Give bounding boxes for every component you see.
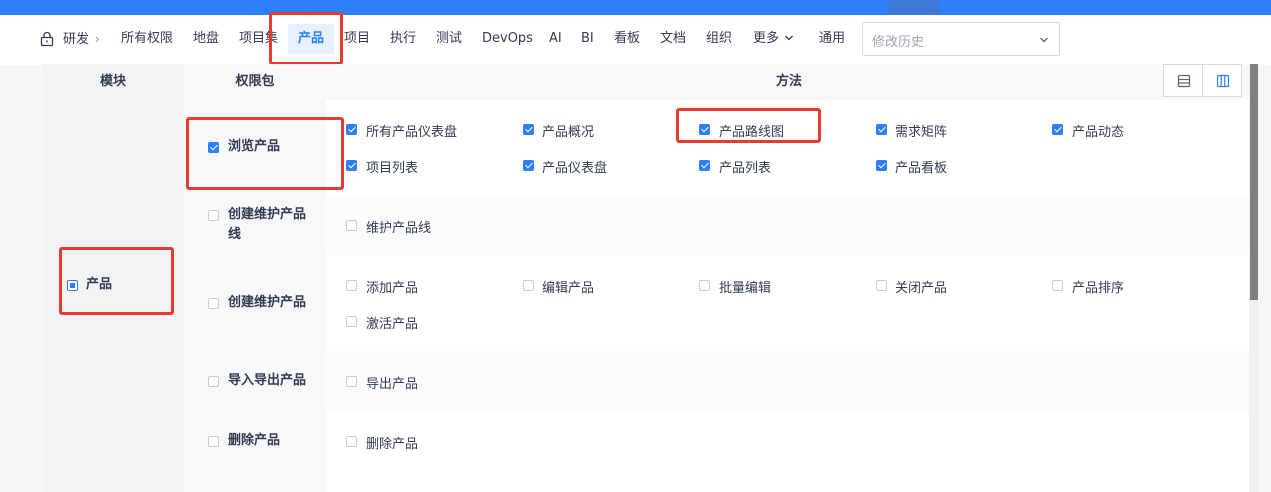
- breadcrumb-rd[interactable]: 研发 ›: [63, 27, 100, 51]
- header-module: 模块: [42, 64, 184, 100]
- method-label: 产品看板: [895, 161, 948, 176]
- method-label: 产品列表: [719, 161, 772, 176]
- table-row: [326, 351, 1252, 411]
- package-import-export-label: 导入导出产品: [228, 373, 307, 388]
- method-checkbox[interactable]: [523, 280, 534, 291]
- nav-item-project[interactable]: 项目: [344, 27, 370, 51]
- method-label: 需求矩阵: [895, 125, 948, 140]
- method-label: 编辑产品: [542, 281, 595, 296]
- method-label: 产品仪表盘: [542, 161, 608, 176]
- method-checkbox[interactable]: [876, 160, 887, 171]
- method-label: 导出产品: [366, 377, 419, 392]
- nav-item-bi[interactable]: BI: [581, 27, 594, 51]
- method-label: 维护产品线: [366, 221, 432, 236]
- nav-item-devops[interactable]: DevOps: [482, 27, 533, 51]
- method-checkbox[interactable]: [1052, 124, 1063, 135]
- method-label: 产品排序: [1072, 281, 1125, 296]
- package-manage-checkbox[interactable]: [208, 298, 219, 309]
- method-checkbox[interactable]: [346, 160, 357, 171]
- nav-item-general[interactable]: 通用: [819, 27, 845, 51]
- method-label: 删除产品: [366, 437, 419, 452]
- nav-item-doc[interactable]: 文档: [660, 27, 686, 51]
- chevron-right-icon: ›: [95, 32, 100, 46]
- nav-item-ai[interactable]: AI: [549, 27, 562, 51]
- header-method: 方法: [326, 64, 1252, 100]
- method-label: 添加产品: [366, 281, 419, 296]
- method-checkbox[interactable]: [346, 280, 357, 291]
- method-checkbox[interactable]: [876, 280, 887, 291]
- method-label: 激活产品: [366, 317, 419, 332]
- package-delete-checkbox[interactable]: [208, 436, 219, 447]
- method-label: 所有产品仪表盘: [366, 125, 458, 140]
- top-banner: [0, 0, 1271, 15]
- highlight-roadmap-method: [676, 108, 821, 143]
- package-productline-label: 创建维护产品线: [228, 207, 307, 242]
- nav-item-execution[interactable]: 执行: [390, 27, 416, 51]
- lock-icon: [40, 31, 54, 47]
- nav-item-my[interactable]: 地盘: [193, 27, 219, 51]
- method-checkbox[interactable]: [346, 316, 357, 327]
- history-select-placeholder: 修改历史: [872, 35, 925, 50]
- history-select[interactable]: 修改历史: [862, 22, 1060, 56]
- chevron-down-icon: [785, 35, 793, 41]
- method-checkbox[interactable]: [346, 124, 357, 135]
- nav-item-kanban[interactable]: 看板: [614, 27, 640, 51]
- scrollbar-thumb[interactable]: [1250, 64, 1258, 300]
- method-checkbox[interactable]: [523, 160, 534, 171]
- method-checkbox[interactable]: [346, 376, 357, 387]
- method-checkbox[interactable]: [699, 160, 710, 171]
- method-label: 项目列表: [366, 161, 419, 176]
- method-label: 批量编辑: [719, 281, 772, 296]
- method-checkbox[interactable]: [346, 436, 357, 447]
- view-list-button[interactable]: [1163, 64, 1203, 97]
- column-view-icon: [1216, 74, 1230, 88]
- method-checkbox[interactable]: [346, 220, 357, 231]
- method-checkbox[interactable]: [876, 124, 887, 135]
- method-label: 产品概况: [542, 125, 595, 140]
- vertical-scrollbar[interactable]: [1249, 64, 1259, 492]
- method-label: 产品动态: [1072, 125, 1125, 140]
- highlight-product-module: [59, 247, 174, 315]
- view-column-button[interactable]: [1202, 64, 1242, 97]
- table-row: [326, 255, 1252, 351]
- package-productline-checkbox[interactable]: [208, 210, 219, 221]
- chevron-down-icon: [1040, 37, 1048, 43]
- header-package: 权限包: [184, 64, 326, 100]
- nav-item-all[interactable]: 所有权限: [121, 27, 173, 51]
- method-checkbox[interactable]: [523, 124, 534, 135]
- nav-item-qa[interactable]: 测试: [436, 27, 462, 51]
- list-view-icon: [1177, 74, 1191, 88]
- method-checkbox[interactable]: [1052, 280, 1063, 291]
- banner-tab-indicator: [888, 0, 939, 15]
- nav-item-more[interactable]: 更多: [753, 27, 794, 51]
- method-checkbox[interactable]: [699, 280, 710, 291]
- nav-item-org[interactable]: 组织: [706, 27, 732, 51]
- package-import-export-checkbox[interactable]: [208, 376, 219, 387]
- highlight-product-tab: [269, 12, 343, 65]
- method-label: 关闭产品: [895, 281, 948, 296]
- highlight-browse-package: [186, 117, 344, 190]
- package-delete-label: 删除产品: [228, 433, 281, 448]
- package-manage-label: 创建维护产品: [228, 295, 307, 310]
- table-row: [326, 411, 1252, 471]
- table-row: [326, 195, 1252, 255]
